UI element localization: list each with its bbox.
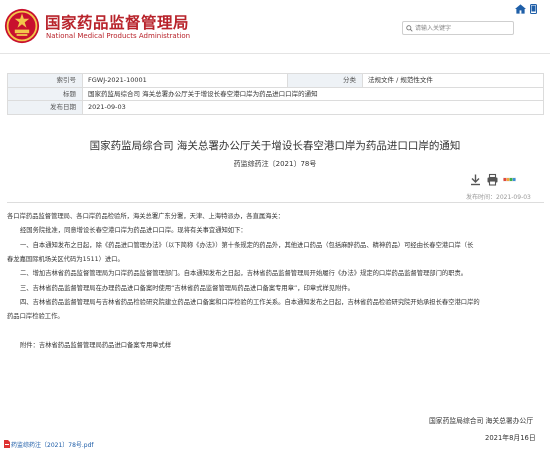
paragraph: 经国务院批准，同意增设长春空港口岸为药品进口口岸。现将有关事宜通知如下：	[20, 227, 247, 234]
paragraph: 四、吉林省药品监督管理局与吉林省药品检验研究院建立药品进口备案和口岸检验的工作关…	[20, 299, 480, 306]
title-value: 国家药监局综合司 海关总署办公厅关于增设长春空港口岸为药品进口口岸的通知	[82, 86, 544, 101]
date-value: 2021-09-03	[82, 100, 544, 115]
signature-org: 国家药监局综合司 海关总署办公厅	[429, 417, 534, 425]
signature-date: 2021年8月16日	[485, 434, 536, 442]
national-emblem-icon[interactable]	[4, 8, 40, 44]
date-label: 发布日期	[7, 100, 83, 115]
category-label: 分类	[287, 73, 363, 88]
mobile-icon[interactable]	[530, 4, 537, 14]
document-title: 国家药监局综合司 海关总署办公厅关于增设长春空港口岸为药品进口口岸的通知	[89, 140, 461, 152]
index-label: 索引号	[7, 73, 83, 88]
category-value: 法规文件 / 规范性文件	[362, 73, 544, 88]
paragraph-salutation: 各口岸药品监督管理局、各口岸药品检验所，海关总署广东分署，天津、上海特派办，各直…	[7, 213, 285, 220]
meta-row-date: 发布日期 2021-09-03	[7, 100, 544, 115]
document-meta-table: 索引号 FGWJ-2021-10001 分类 法规文件 / 规范性文件 标题 国…	[7, 73, 544, 115]
page: 国家药品监督管理局 National Medical Products Admi…	[0, 0, 550, 455]
paragraph: 三、吉林省药品监督管理局在办理药品进口备案时使用“吉林省药品监督管理局药品进口备…	[20, 285, 354, 292]
site-subtitle: National Medical Products Administration	[46, 32, 191, 40]
home-icon[interactable]	[515, 4, 526, 14]
attachment-note: 附件：吉林省药品监督管理局药品进口备案专用章式样	[20, 342, 172, 349]
title-label: 标题	[7, 86, 83, 101]
share-icon[interactable]	[503, 173, 516, 186]
divider	[7, 202, 544, 203]
paragraph: 二、增加吉林省药品监督管理局为口岸药品监督管理部门。自本通知发布之日起，吉林省药…	[20, 270, 468, 277]
print-icon[interactable]	[486, 173, 499, 186]
download-icon[interactable]	[469, 173, 482, 186]
site-header: 国家药品监督管理局 National Medical Products Admi…	[0, 0, 550, 54]
paragraph: 春龙嘉国际机场关区代码为1511）进口。	[7, 256, 124, 263]
document-number: 药监综药注〔2021〕78号	[233, 160, 317, 168]
pdf-icon	[4, 440, 10, 448]
paragraph: 一、自本通知发布之日起，除《药品进口管理办法》（以下简称《办法》）第十条规定的药…	[20, 242, 474, 249]
site-title[interactable]: 国家药品监督管理局	[45, 11, 189, 33]
paragraph: 药品口岸检验工作。	[7, 313, 64, 320]
meta-row-index: 索引号 FGWJ-2021-10001 分类 法规文件 / 规范性文件	[7, 73, 544, 88]
search-input[interactable]	[415, 23, 511, 34]
meta-row-title: 标题 国家药监局综合司 海关总署办公厅关于增设长春空港口岸为药品进口口岸的通知	[7, 86, 544, 101]
search-icon[interactable]	[406, 25, 413, 32]
publish-time: 发布时间：2021-09-03	[466, 194, 531, 201]
index-value: FGWJ-2021-10001	[82, 73, 288, 88]
attachment-link[interactable]: 药监综药注〔2021〕78号.pdf	[11, 440, 94, 449]
search-box	[402, 21, 514, 35]
